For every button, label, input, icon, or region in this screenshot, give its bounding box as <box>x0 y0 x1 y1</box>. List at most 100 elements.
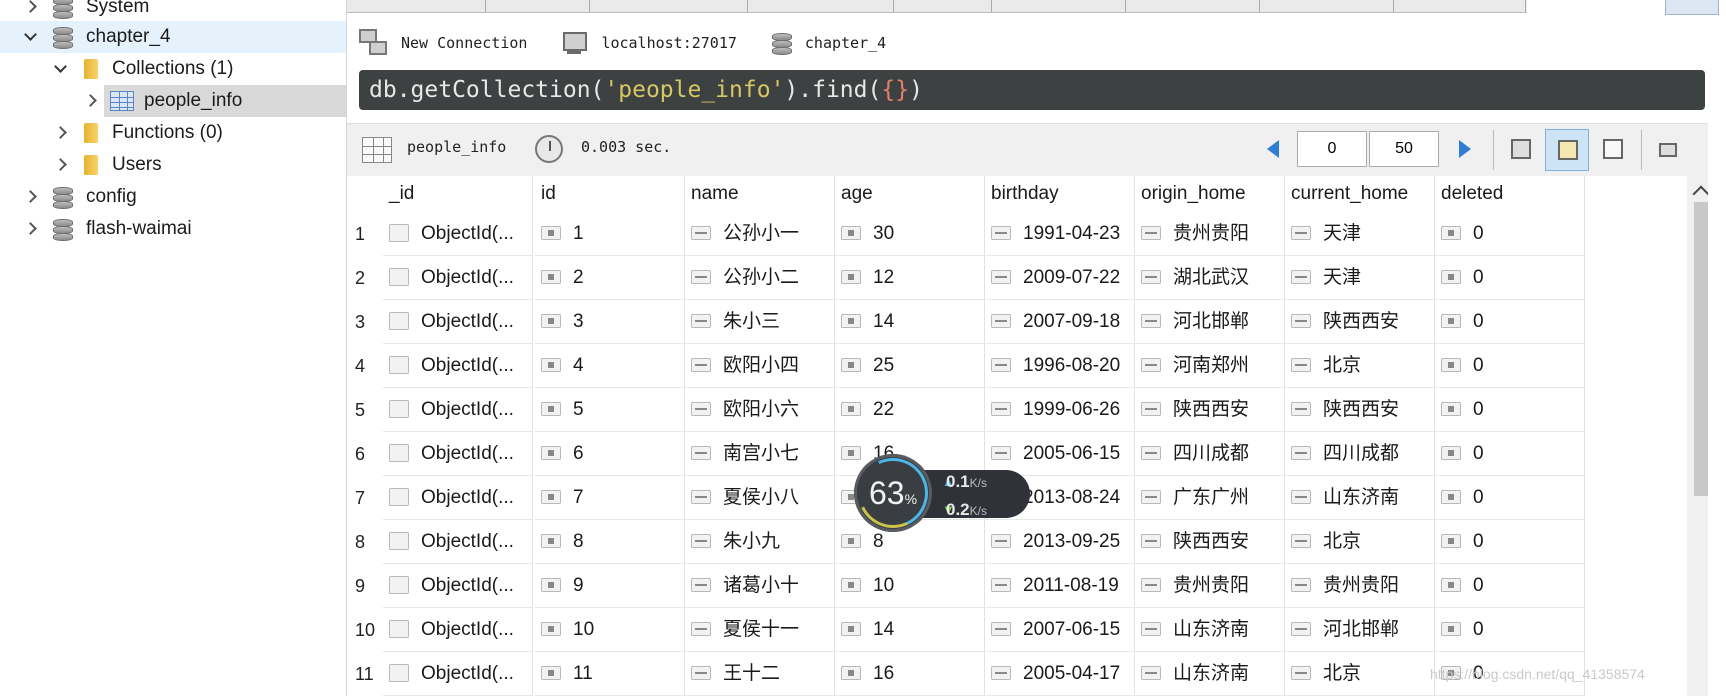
cell-birthday[interactable]: 1999-06-26 <box>985 388 1135 432</box>
cell-age[interactable]: 22 <box>835 388 985 432</box>
cell-deleted[interactable]: 0 <box>1435 256 1585 300</box>
cell-origin-home[interactable]: 河北邯郸 <box>1135 300 1285 344</box>
chevron-down-icon[interactable] <box>52 61 68 77</box>
cell-origin-home[interactable]: 广东广州 <box>1135 476 1285 520</box>
cell--id[interactable]: ObjectId(... <box>383 652 533 696</box>
cell--id[interactable]: ObjectId(... <box>383 300 533 344</box>
cell-current-home[interactable]: 天津 <box>1285 256 1435 300</box>
chevron-right-icon[interactable] <box>22 221 38 237</box>
cell-origin-home[interactable]: 湖北武汉 <box>1135 256 1285 300</box>
cell-age[interactable]: 25 <box>835 344 985 388</box>
cell-deleted[interactable]: 0 <box>1435 388 1585 432</box>
cell-origin-home[interactable]: 河南郑州 <box>1135 344 1285 388</box>
column-header-origin-home[interactable]: origin_home <box>1135 176 1285 212</box>
column-header-name[interactable]: name <box>685 176 835 212</box>
chevron-down-icon[interactable] <box>22 29 38 45</box>
table-view-button[interactable] <box>1545 129 1589 171</box>
scroll-up-icon[interactable] <box>1692 185 1710 203</box>
cell-name[interactable]: 朱小九 <box>685 520 835 564</box>
cell-origin-home[interactable]: 陕西西安 <box>1135 388 1285 432</box>
column-header-current-home[interactable]: current_home <box>1285 176 1435 212</box>
cell--id[interactable]: ObjectId(... <box>383 432 533 476</box>
chevron-right-icon[interactable] <box>82 93 98 109</box>
cell-name[interactable]: 欧阳小四 <box>685 344 835 388</box>
cell-birthday[interactable]: 1996-08-20 <box>985 344 1135 388</box>
cell-current-home[interactable]: 北京 <box>1285 520 1435 564</box>
cell-current-home[interactable]: 北京 <box>1285 344 1435 388</box>
cell-name[interactable]: 欧阳小六 <box>685 388 835 432</box>
cell-id[interactable]: 1 <box>535 212 685 256</box>
tree-item-chapter-4[interactable]: chapter_4 <box>0 21 346 53</box>
cell--id[interactable]: ObjectId(... <box>383 256 533 300</box>
cell-origin-home[interactable]: 山东济南 <box>1135 608 1285 652</box>
cell-birthday[interactable]: 2007-06-15 <box>985 608 1135 652</box>
cell-birthday[interactable]: 2011-08-19 <box>985 564 1135 608</box>
cell--id[interactable]: ObjectId(... <box>383 564 533 608</box>
maximize-button[interactable] <box>1647 129 1691 171</box>
tree-item-config[interactable]: config <box>0 181 346 213</box>
cell-id[interactable]: 5 <box>535 388 685 432</box>
cell-deleted[interactable]: 0 <box>1435 520 1585 564</box>
cell-birthday[interactable]: 2005-04-17 <box>985 652 1135 696</box>
cell-current-home[interactable]: 山东济南 <box>1285 476 1435 520</box>
cell--id[interactable]: ObjectId(... <box>383 520 533 564</box>
column-header-age[interactable]: age <box>835 176 985 212</box>
cell--id[interactable]: ObjectId(... <box>383 344 533 388</box>
tree-item-functions[interactable]: Functions (0) <box>0 117 346 149</box>
cell-current-home[interactable]: 河北邯郸 <box>1285 608 1435 652</box>
network-speed-widget[interactable]: 63% ▲ 0.1K/s ▼ 0.2K/s <box>848 448 1030 538</box>
cell-current-home[interactable]: 北京 <box>1285 652 1435 696</box>
cell-origin-home[interactable]: 贵州贵阳 <box>1135 212 1285 256</box>
cell-origin-home[interactable]: 四川成都 <box>1135 432 1285 476</box>
cell-deleted[interactable]: 0 <box>1435 608 1585 652</box>
column-header--id[interactable]: _id <box>383 176 533 212</box>
chevron-right-icon[interactable] <box>52 157 68 173</box>
tab-strip[interactable] <box>347 0 1527 13</box>
text-view-button[interactable] <box>1591 129 1635 171</box>
cell-age[interactable]: 16 <box>835 652 985 696</box>
cell-age[interactable]: 14 <box>835 608 985 652</box>
window-control[interactable] <box>1665 0 1719 15</box>
tree-item-flash-waimai[interactable]: flash-waimai <box>0 213 346 245</box>
cell-deleted[interactable]: 0 <box>1435 564 1585 608</box>
cell-age[interactable]: 12 <box>835 256 985 300</box>
skip-input[interactable] <box>1297 131 1367 167</box>
cell-id[interactable]: 4 <box>535 344 685 388</box>
cell-deleted[interactable]: 0 <box>1435 432 1585 476</box>
cell-birthday[interactable]: 2009-07-22 <box>985 256 1135 300</box>
cell-age[interactable]: 30 <box>835 212 985 256</box>
query-editor[interactable]: db.getCollection('people_info').find({}) <box>359 70 1705 110</box>
cell-id[interactable]: 11 <box>535 652 685 696</box>
cell-name[interactable]: 王十二 <box>685 652 835 696</box>
tree-item-collections[interactable]: Collections (1) <box>0 53 346 85</box>
cell-deleted[interactable]: 0 <box>1435 344 1585 388</box>
cell-name[interactable]: 夏侯十一 <box>685 608 835 652</box>
cell-age[interactable]: 14 <box>835 300 985 344</box>
column-header-birthday[interactable]: birthday <box>985 176 1135 212</box>
cell-age[interactable]: 10 <box>835 564 985 608</box>
cell-deleted[interactable]: 0 <box>1435 300 1585 344</box>
cell-current-home[interactable]: 陕西西安 <box>1285 388 1435 432</box>
cell--id[interactable]: ObjectId(... <box>383 388 533 432</box>
cell--id[interactable]: ObjectId(... <box>383 212 533 256</box>
cell-birthday[interactable]: 1991-04-23 <box>985 212 1135 256</box>
chevron-right-icon[interactable] <box>52 125 68 141</box>
cell-name[interactable]: 诸葛小十 <box>685 564 835 608</box>
cell-id[interactable]: 6 <box>535 432 685 476</box>
chevron-right-icon[interactable] <box>22 0 38 15</box>
cell-current-home[interactable]: 天津 <box>1285 212 1435 256</box>
cell-current-home[interactable]: 陕西西安 <box>1285 300 1435 344</box>
tree-item-people-info[interactable]: people_info <box>0 85 346 117</box>
cell-id[interactable]: 3 <box>535 300 685 344</box>
cell-id[interactable]: 10 <box>535 608 685 652</box>
cell-origin-home[interactable]: 贵州贵阳 <box>1135 564 1285 608</box>
cell-name[interactable]: 夏侯小八 <box>685 476 835 520</box>
cell-origin-home[interactable]: 陕西西安 <box>1135 520 1285 564</box>
cell-name[interactable]: 朱小三 <box>685 300 835 344</box>
chevron-right-icon[interactable] <box>22 189 38 205</box>
cell--id[interactable]: ObjectId(... <box>383 608 533 652</box>
cell-name[interactable]: 公孙小二 <box>685 256 835 300</box>
cell-birthday[interactable]: 2007-09-18 <box>985 300 1135 344</box>
cell-id[interactable]: 7 <box>535 476 685 520</box>
cell-deleted[interactable]: 0 <box>1435 212 1585 256</box>
